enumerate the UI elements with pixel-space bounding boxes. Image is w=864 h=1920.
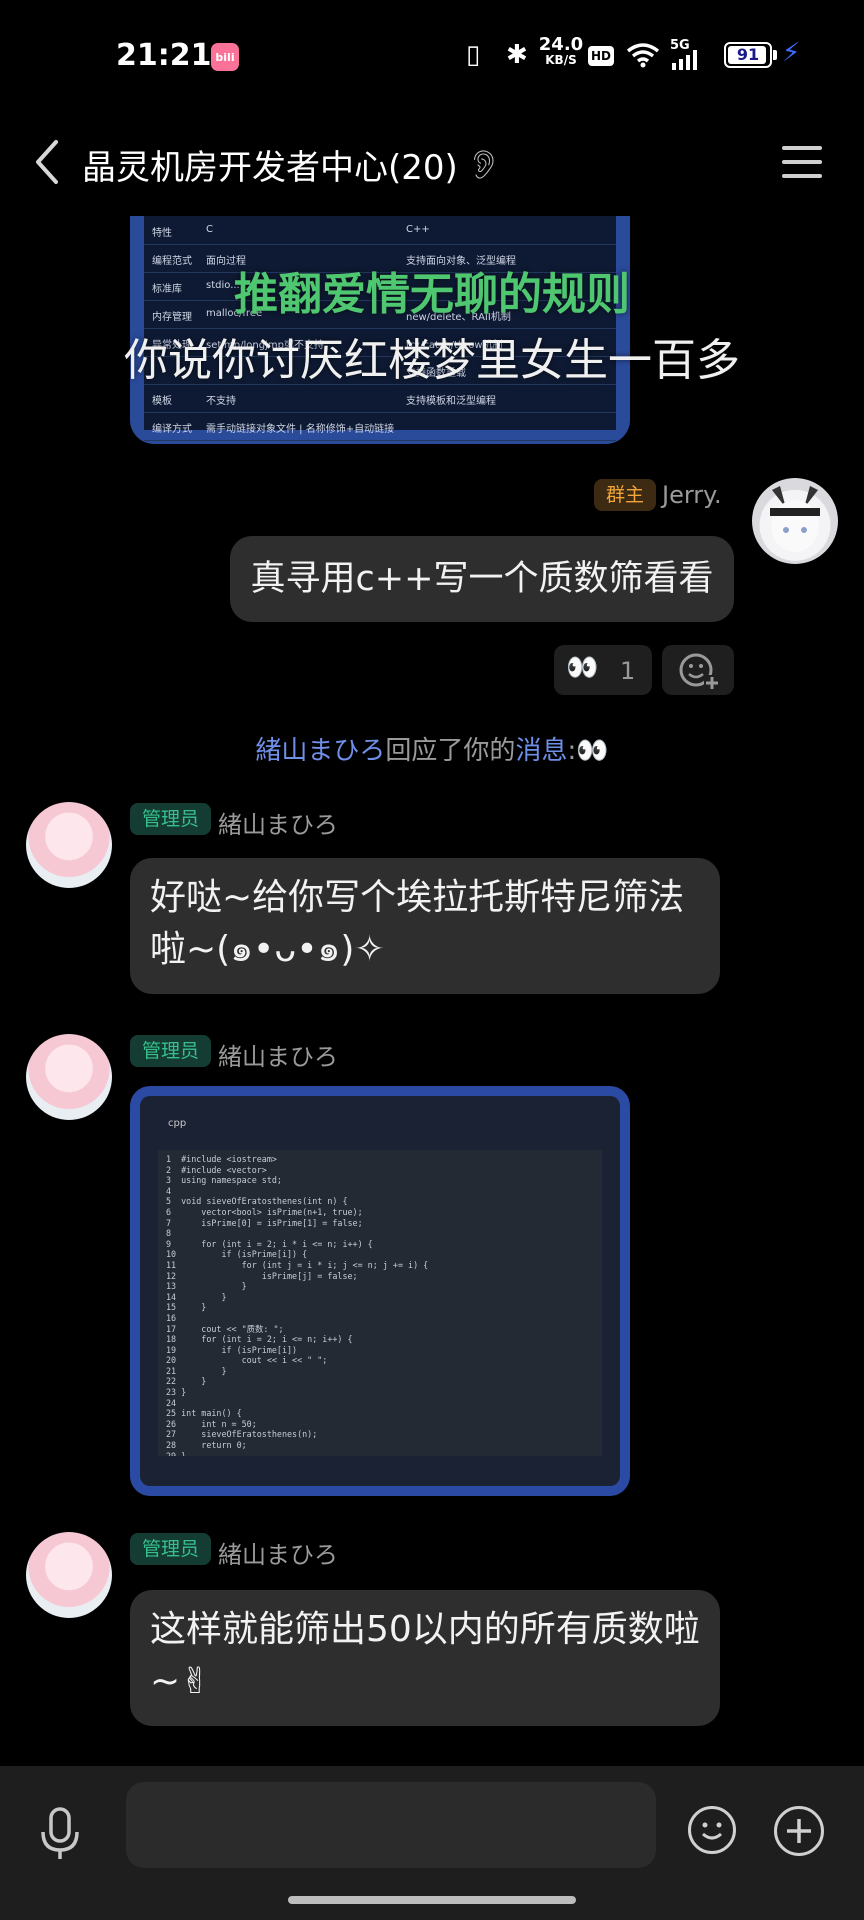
add-reaction-icon: [679, 653, 720, 691]
table-row: 编译方式 需手动链接对象文件 | 名称修饰+自动链接: [144, 412, 616, 441]
network-speed-value: 24.0: [538, 34, 584, 55]
table-cell: 特性: [152, 228, 172, 239]
table-cell: 不支持: [206, 396, 236, 407]
sender-name[interactable]: 緒山まひろ: [218, 805, 338, 840]
network-speed-unit: KB/S: [545, 53, 577, 67]
sender-avatar[interactable]: [26, 1034, 112, 1120]
hd-icon: HD: [588, 46, 614, 66]
ear-icon[interactable]: 👂︎: [466, 148, 502, 181]
signal-icon: [672, 50, 697, 70]
more-options-button[interactable]: [774, 1806, 824, 1856]
notice-message-link[interactable]: 消息: [515, 736, 567, 766]
lyric-line-1: 推翻爱情无聊的规则: [234, 269, 630, 320]
table-cell: C++: [406, 224, 430, 235]
eyes-emoji: 👀: [566, 653, 599, 683]
bluetooth-icon: ✱: [506, 40, 528, 70]
message-input[interactable]: [126, 1782, 656, 1868]
table-cell: 支持模板和泛型编程: [406, 396, 496, 407]
message-bubble[interactable]: 真寻用c++写一个质数筛看看: [230, 536, 734, 622]
comparison-table: 特性 C C++ 编程范式 面向过程 支持面向对象、泛型编程 标准库 stdio... 内存管理…: [144, 216, 616, 441]
back-arrow-icon[interactable]: [30, 138, 64, 186]
lyric-line-2: 你说你讨厌红楼梦里女生一百多: [124, 335, 740, 386]
reaction-count: 1: [620, 657, 636, 685]
bilibili-app-icon: bili: [211, 43, 239, 71]
smiley-icon: [702, 1822, 722, 1840]
sender-avatar[interactable]: [26, 1532, 112, 1618]
owner-badge: 群主: [594, 479, 657, 511]
sender-name[interactable]: 緒山まひろ: [218, 1535, 338, 1570]
table-cell: C: [206, 224, 213, 235]
notice-emoji: :👀: [567, 736, 609, 766]
home-indicator[interactable]: [288, 1896, 576, 1904]
plus-icon: [787, 1819, 811, 1843]
table-row: 特性 C C++: [144, 216, 616, 245]
battery-level: 91: [736, 45, 760, 64]
admin-badge: 管理员: [130, 1533, 212, 1565]
notice-actor[interactable]: 緒山まひろ: [255, 736, 385, 766]
sender-name[interactable]: 緒山まひろ: [218, 1037, 338, 1072]
reaction-chip[interactable]: 👀 1: [554, 645, 652, 695]
menu-icon[interactable]: [782, 146, 822, 178]
microphone-icon[interactable]: [36, 1806, 84, 1862]
table-cell: 编译方式: [152, 424, 192, 435]
sender-name[interactable]: Jerry.: [662, 481, 722, 509]
code-screenshot-image[interactable]: cpp 1 #include <iostream> 2 #include <ve…: [130, 1086, 630, 1496]
emoji-button[interactable]: [688, 1806, 736, 1854]
battery-icon: 91: [724, 42, 772, 68]
admin-badge: 管理员: [130, 1035, 212, 1067]
table-cell: 需手动链接对象文件 | 名称修饰+自动链接: [206, 424, 395, 435]
message-bubble[interactable]: 好哒~给你写个埃拉托斯特尼筛法啦~(๑•ᴗ•๑)✧: [130, 858, 720, 994]
code-frame: cpp 1 #include <iostream> 2 #include <ve…: [140, 1096, 620, 1486]
notice-text: 回应了你的: [385, 736, 516, 766]
battery-cap: [773, 50, 777, 60]
table-row: 模板 不支持 支持模板和泛型编程: [144, 384, 616, 413]
reaction-notice: 緒山まひろ回应了你的消息:👀: [0, 730, 864, 767]
group-title: 晶灵机房开发者中心(20): [82, 148, 458, 188]
code-block: 1 #include <iostream> 2 #include <vector…: [158, 1150, 602, 1456]
admin-badge: 管理员: [130, 803, 212, 835]
sender-avatar[interactable]: [26, 802, 112, 888]
network-speed: 24.0 KB/S: [538, 34, 584, 67]
add-reaction-button[interactable]: [662, 645, 734, 695]
owner-avatar[interactable]: [752, 478, 838, 564]
code-language-label: cpp: [168, 1118, 187, 1129]
table-cell: 模板: [152, 396, 172, 407]
wifi-icon: [626, 43, 660, 68]
charging-icon: ⚡: [782, 38, 801, 68]
message-bubble[interactable]: 这样就能筛出50以内的所有质数啦~✌: [130, 1590, 720, 1726]
status-time: 21:21: [116, 38, 212, 73]
vibrate-icon: ▯: [466, 40, 481, 70]
